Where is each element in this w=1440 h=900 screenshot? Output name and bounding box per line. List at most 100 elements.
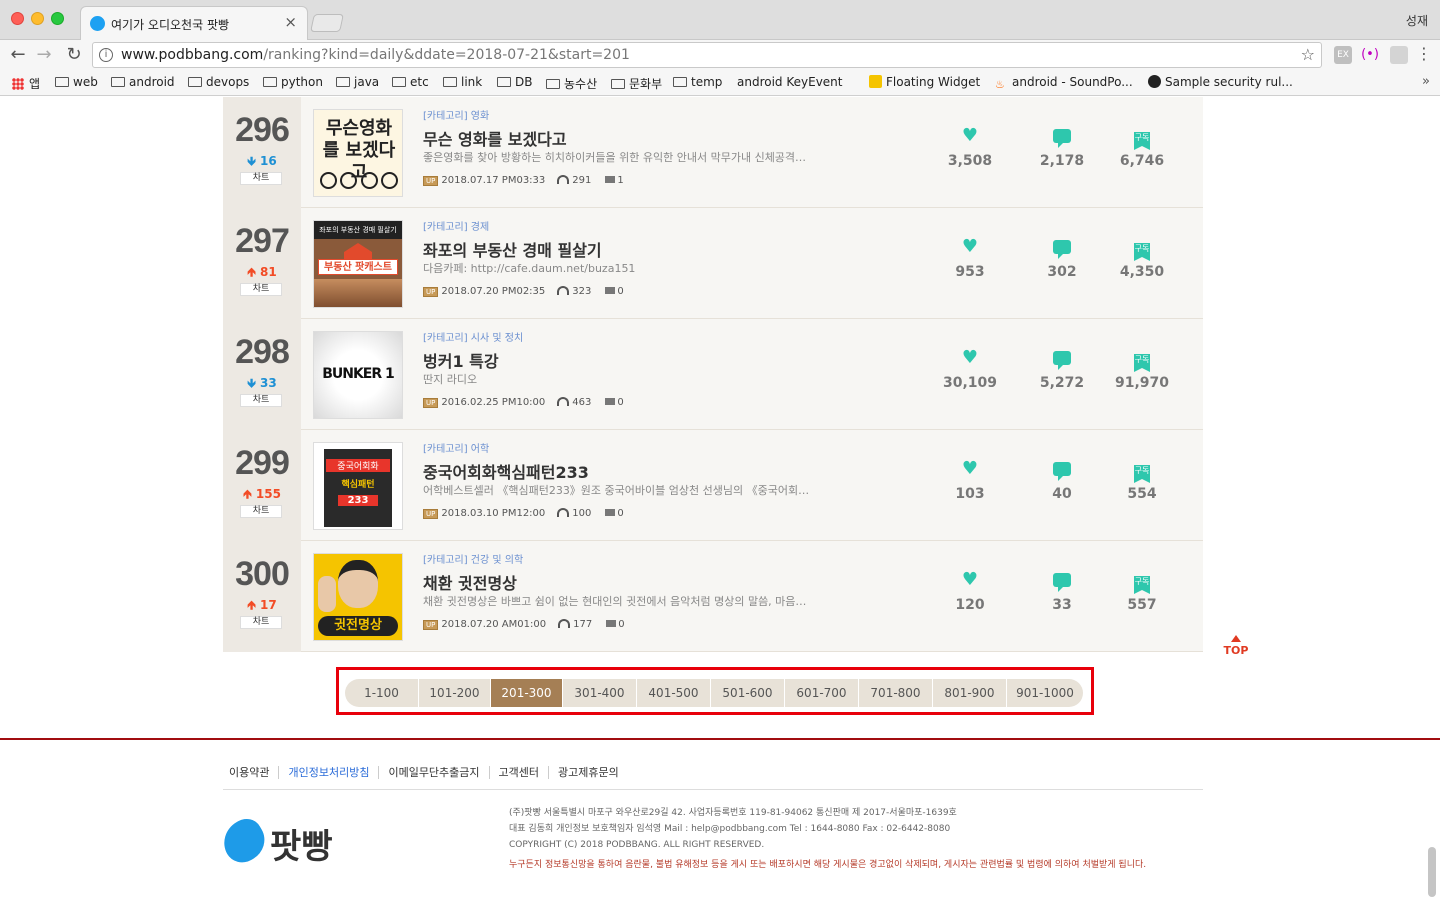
- podcast-title-link[interactable]: 벙커1 특강: [423, 348, 499, 372]
- footer-link[interactable]: 고객센터: [498, 766, 550, 779]
- likes-stat[interactable]: ♥ 30,109: [935, 347, 1005, 391]
- comments-stat[interactable]: 2,178: [1027, 125, 1097, 169]
- address-bar[interactable]: i www.podbbang.com/ranking?kind=daily&dd…: [92, 42, 1322, 68]
- video-camera-icon: [606, 620, 617, 627]
- subscribe-stat[interactable]: 구독 557: [1107, 569, 1177, 613]
- podcast-title-link[interactable]: 채환 귓전명상: [423, 570, 517, 594]
- bookmark-item[interactable]: android KeyEvent: [737, 75, 843, 183]
- likes-stat[interactable]: ♥ 120: [935, 569, 1005, 613]
- footer-link[interactable]: 이메일무단추출금지: [388, 766, 490, 779]
- chart-label: 차트: [252, 506, 270, 516]
- close-window-button[interactable]: [11, 12, 24, 25]
- podcast-title-link[interactable]: 무슨 영화를 보겠다고: [423, 126, 567, 150]
- category-link[interactable]: [카테고리] 경제: [423, 218, 489, 233]
- likes-stat[interactable]: ♥ 3,508: [935, 125, 1005, 169]
- comment-bubble-icon: [1053, 240, 1071, 259]
- menu-dots-icon[interactable]: ⋮: [1416, 44, 1432, 63]
- podcast-title-link[interactable]: 좌포의 부동산 경매 필살기: [423, 237, 602, 261]
- comments-stat[interactable]: 5,272: [1027, 347, 1097, 391]
- folder-icon: [336, 77, 350, 87]
- extension-icon[interactable]: EX: [1334, 46, 1352, 64]
- chart-button[interactable]: 차트: [240, 283, 282, 296]
- page-range-button[interactable]: 801-900: [933, 679, 1007, 707]
- page-range-button[interactable]: 701-800: [859, 679, 933, 707]
- extension-icon[interactable]: [1390, 46, 1408, 64]
- comments-stat[interactable]: 33: [1027, 569, 1097, 613]
- podcast-thumbnail[interactable]: BUNKER 1: [313, 331, 403, 419]
- up-badge: UP: [423, 176, 439, 186]
- subscribe-stat[interactable]: 구독 6,746: [1107, 125, 1177, 169]
- page-range-button[interactable]: 901-1000: [1007, 679, 1083, 707]
- page-range-button[interactable]: 1-100: [345, 679, 419, 707]
- bookmark-item[interactable]: python: [263, 75, 323, 89]
- podbbang-logo[interactable]: 팟빵: [215, 813, 353, 869]
- new-tab-button[interactable]: [310, 14, 344, 32]
- back-arrow-icon[interactable]: ←: [6, 44, 30, 65]
- chart-button[interactable]: 차트: [240, 616, 282, 629]
- bookmark-item[interactable]: 문화부: [611, 75, 662, 92]
- page-range-button[interactable]: 601-700: [785, 679, 859, 707]
- bookmark-item[interactable]: devops: [188, 75, 249, 89]
- page-scrollbar[interactable]: [1428, 847, 1436, 897]
- bookmark-item[interactable]: java: [336, 75, 379, 89]
- bookmark-item[interactable]: temp: [673, 75, 722, 89]
- bookmark-item[interactable]: ♨ android - SoundPo...: [995, 75, 1133, 91]
- comments-stat[interactable]: 302: [1027, 236, 1097, 280]
- subscribe-stat[interactable]: 구독 4,350: [1107, 236, 1177, 280]
- bookmark-label: 농수산: [564, 77, 598, 91]
- chart-button[interactable]: 차트: [240, 172, 282, 185]
- reload-icon[interactable]: ↻: [62, 44, 86, 65]
- bookmark-item[interactable]: Floating Widget: [869, 75, 980, 89]
- profile-name[interactable]: 성재: [1406, 12, 1428, 29]
- bookmarks-overflow-icon[interactable]: »: [1422, 74, 1430, 89]
- bookmark-item[interactable]: etc: [392, 75, 429, 89]
- category-link[interactable]: [카테고리] 건강 및 의학: [423, 551, 523, 566]
- page-range-button[interactable]: 501-600: [711, 679, 785, 707]
- rank-number: 300: [235, 555, 290, 593]
- bookmark-item[interactable]: link: [443, 75, 482, 89]
- minimize-window-button[interactable]: [31, 12, 44, 25]
- bookmark-item[interactable]: DB: [497, 75, 532, 89]
- episode-meta: UP 2018.07.20 AM01:00 177 0: [423, 619, 625, 630]
- bookmark-item[interactable]: Sample security rul...: [1148, 75, 1293, 89]
- forward-arrow-icon[interactable]: →: [32, 44, 56, 65]
- podcast-thumbnail[interactable]: 중국어회화 핵심패턴 233: [313, 442, 403, 530]
- tab-close-icon[interactable]: ×: [284, 13, 297, 31]
- episode-meta: UP 2018.07.20 PM02:35 323 0: [423, 286, 624, 297]
- category-link[interactable]: [카테고리] 어학: [423, 440, 489, 455]
- bookmark-item[interactable]: 농수산: [546, 75, 597, 92]
- page-range-button[interactable]: 101-200: [419, 679, 491, 707]
- bookmark-star-icon[interactable]: ☆: [1301, 45, 1315, 64]
- subscribe-stat[interactable]: 구독 91,970: [1107, 347, 1177, 391]
- category-link[interactable]: [카테고리] 시사 및 정치: [423, 329, 523, 344]
- episode-meta: UP 2016.02.25 PM10:00 463 0: [423, 397, 624, 408]
- footer-link[interactable]: 광고제휴문의: [558, 766, 628, 779]
- page-range-button[interactable]: 201-300: [491, 679, 563, 707]
- bookmark-item[interactable]: android: [111, 75, 175, 89]
- maximize-window-button[interactable]: [51, 12, 64, 25]
- thumbnail-text: 핵심패턴: [341, 480, 375, 490]
- comments-stat[interactable]: 40: [1027, 458, 1097, 502]
- broadcast-extension-icon[interactable]: (•): [1361, 46, 1379, 64]
- chart-button[interactable]: 차트: [240, 505, 282, 518]
- podcast-thumbnail[interactable]: 귓전명상: [313, 553, 403, 641]
- subscribe-stat[interactable]: 구독 554: [1107, 458, 1177, 502]
- podcast-thumbnail[interactable]: 좌포의 부동산 경매 필살기 부동산 팟캐스트: [313, 220, 403, 308]
- likes-stat[interactable]: ♥ 953: [935, 236, 1005, 280]
- bookmark-item[interactable]: 앱: [12, 75, 40, 92]
- info-icon[interactable]: i: [99, 48, 113, 62]
- scroll-top-button[interactable]: TOP: [1221, 635, 1251, 657]
- podcast-thumbnail[interactable]: 무슨영화를 보겠다고: [313, 109, 403, 197]
- podcast-title-link[interactable]: 중국어회화핵심패턴233: [423, 459, 589, 483]
- url-text[interactable]: www.podbbang.com/ranking?kind=daily&ddat…: [121, 47, 630, 63]
- footer-link[interactable]: 이용약관: [229, 766, 280, 779]
- bookmark-item[interactable]: web: [55, 75, 98, 89]
- category-link[interactable]: [카테고리] 영화: [423, 107, 489, 122]
- chart-button[interactable]: 차트: [240, 394, 282, 407]
- soundpool-icon: ♨: [995, 78, 1005, 91]
- page-range-button[interactable]: 301-400: [563, 679, 637, 707]
- likes-stat[interactable]: ♥ 103: [935, 458, 1005, 502]
- page-range-button[interactable]: 401-500: [637, 679, 711, 707]
- footer-link[interactable]: 개인정보처리방침: [288, 766, 380, 779]
- browser-tab-active[interactable]: 여기가 오디오천국 팟빵 ×: [80, 6, 308, 40]
